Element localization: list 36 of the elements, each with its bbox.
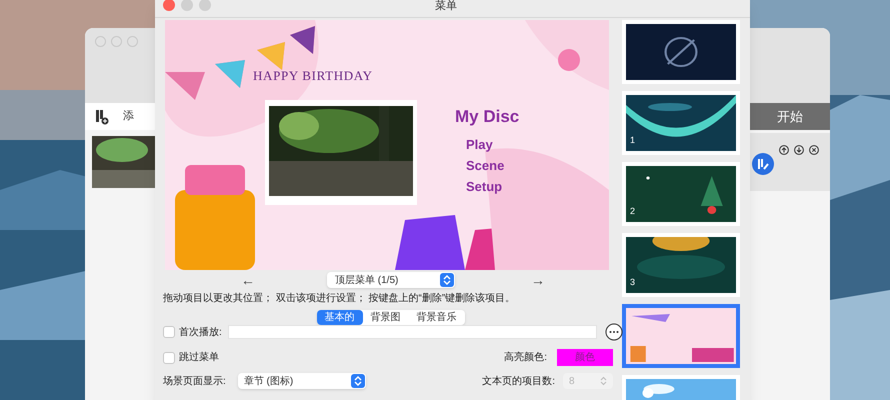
minimize-button[interactable] <box>181 0 193 10</box>
stepper-icon <box>350 374 365 388</box>
edit-icon[interactable] <box>752 153 774 175</box>
theme-thumbnail[interactable]: 2 <box>622 162 740 226</box>
skip-menu-label: 跳过菜单 <box>179 350 219 365</box>
previous-button[interactable]: ← <box>241 270 255 290</box>
move-down-icon[interactable] <box>794 145 804 155</box>
first-play-label: 首次播放: <box>179 326 222 340</box>
move-up-icon[interactable] <box>779 145 789 155</box>
scene-display-label: 场景页面显示: <box>163 374 226 388</box>
theme-thumbnail[interactable]: 1 <box>622 91 740 155</box>
hint-text: 拖动项目以更改其位置； 双击该项进行设置； 按键盘上的“删除”键删除该项目。 <box>163 292 516 306</box>
stepper-icon <box>440 273 454 287</box>
theme-number: 2 <box>630 204 636 218</box>
tab[interactable]: 背景音乐 <box>408 310 464 325</box>
checkbox[interactable] <box>163 352 175 364</box>
list-row[interactable] <box>750 133 830 191</box>
theme-number: 1 <box>630 134 636 146</box>
checkbox[interactable] <box>163 326 175 338</box>
first-play-field[interactable] <box>228 325 597 339</box>
tab[interactable]: 背景图 <box>362 310 408 325</box>
theme-thumbnail[interactable]: 3 <box>622 233 740 297</box>
highlight-color-label: 高亮颜色: <box>504 350 547 365</box>
scene-display-dropdown[interactable]: 章节 (图标) <box>238 373 366 389</box>
zoom-button[interactable] <box>199 0 211 10</box>
stepper-icon <box>600 376 607 386</box>
theme-number: 3 <box>630 276 636 288</box>
tab[interactable]: 基本的 <box>316 310 362 325</box>
close-button[interactable] <box>163 0 175 10</box>
more-icon[interactable] <box>605 323 623 341</box>
next-button[interactable]: → <box>531 270 545 290</box>
menu-dropdown[interactable]: 顶层菜单 (1/5) <box>327 272 455 288</box>
text-items-label: 文本页的项目数: <box>482 374 555 388</box>
window-title: 菜单 <box>435 0 457 14</box>
start-label: 开始 <box>777 108 803 126</box>
remove-icon[interactable] <box>809 145 819 155</box>
